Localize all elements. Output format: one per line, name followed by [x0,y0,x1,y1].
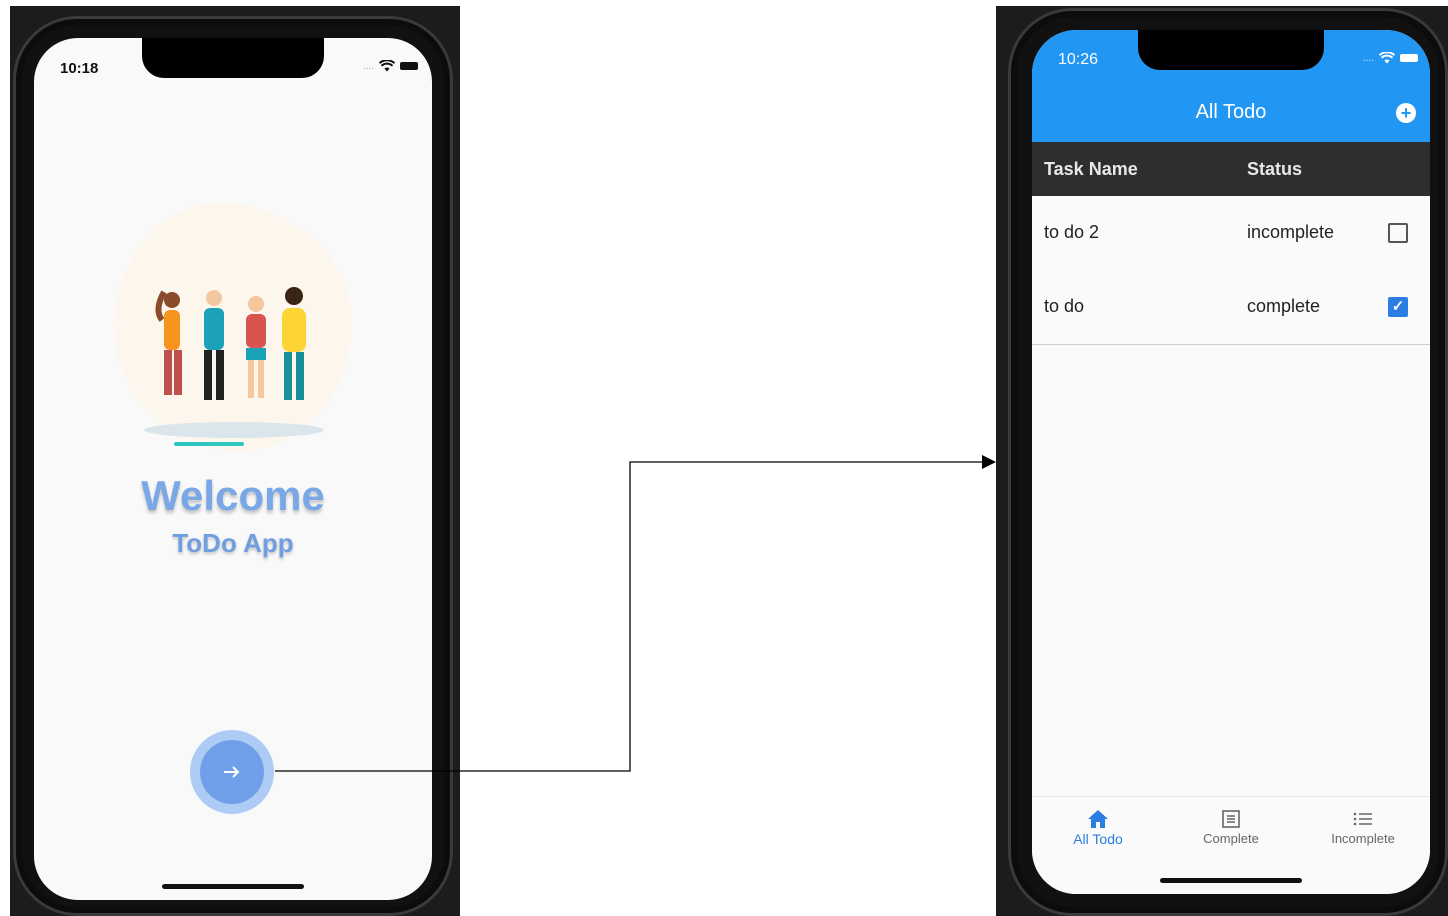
add-todo-icon[interactable]: + [1396,103,1416,123]
status-time: 10:26 [1058,51,1099,68]
signal-icon: .... [1362,52,1374,64]
home-icon [1088,810,1108,828]
task-checkbox-checked[interactable]: ✓ [1388,297,1408,317]
table-row: to do 2 incomplete [1032,196,1430,271]
list-box-icon [1222,810,1240,828]
task-checkbox[interactable] [1388,223,1408,243]
nav-item-all-todo[interactable]: All Todo [1038,809,1158,847]
nav-label: Complete [1203,831,1259,846]
page-title: All Todo [1195,101,1267,123]
task-name-cell: to do 2 [1044,222,1100,242]
nav-label: All Todo [1073,831,1123,847]
status-icons: .... [1363,52,1418,64]
table-row: to do complete ✓ [1032,270,1430,345]
list-icon [1353,812,1372,826]
task-status-cell: complete [1247,296,1321,316]
task-status-cell: incomplete [1247,222,1335,242]
home-indicator [1160,878,1302,883]
app-bar: 10:26 .... All Todo + [1032,30,1430,142]
table-header: Task Name Status [1032,142,1430,196]
phone-notch [1138,30,1324,70]
nav-item-complete[interactable]: Complete [1171,809,1291,846]
column-header-status: Status [1247,159,1303,179]
column-header-task-name: Task Name [1044,159,1138,179]
wifi-icon [1379,52,1395,64]
task-name-cell: to do [1044,296,1085,316]
nav-label: Incomplete [1331,831,1395,846]
battery-icon [1400,54,1418,62]
nav-item-incomplete[interactable]: Incomplete [1303,809,1423,846]
all-todo-screen: 10:26 .... All Todo + Task Name Status t… [1032,30,1430,894]
